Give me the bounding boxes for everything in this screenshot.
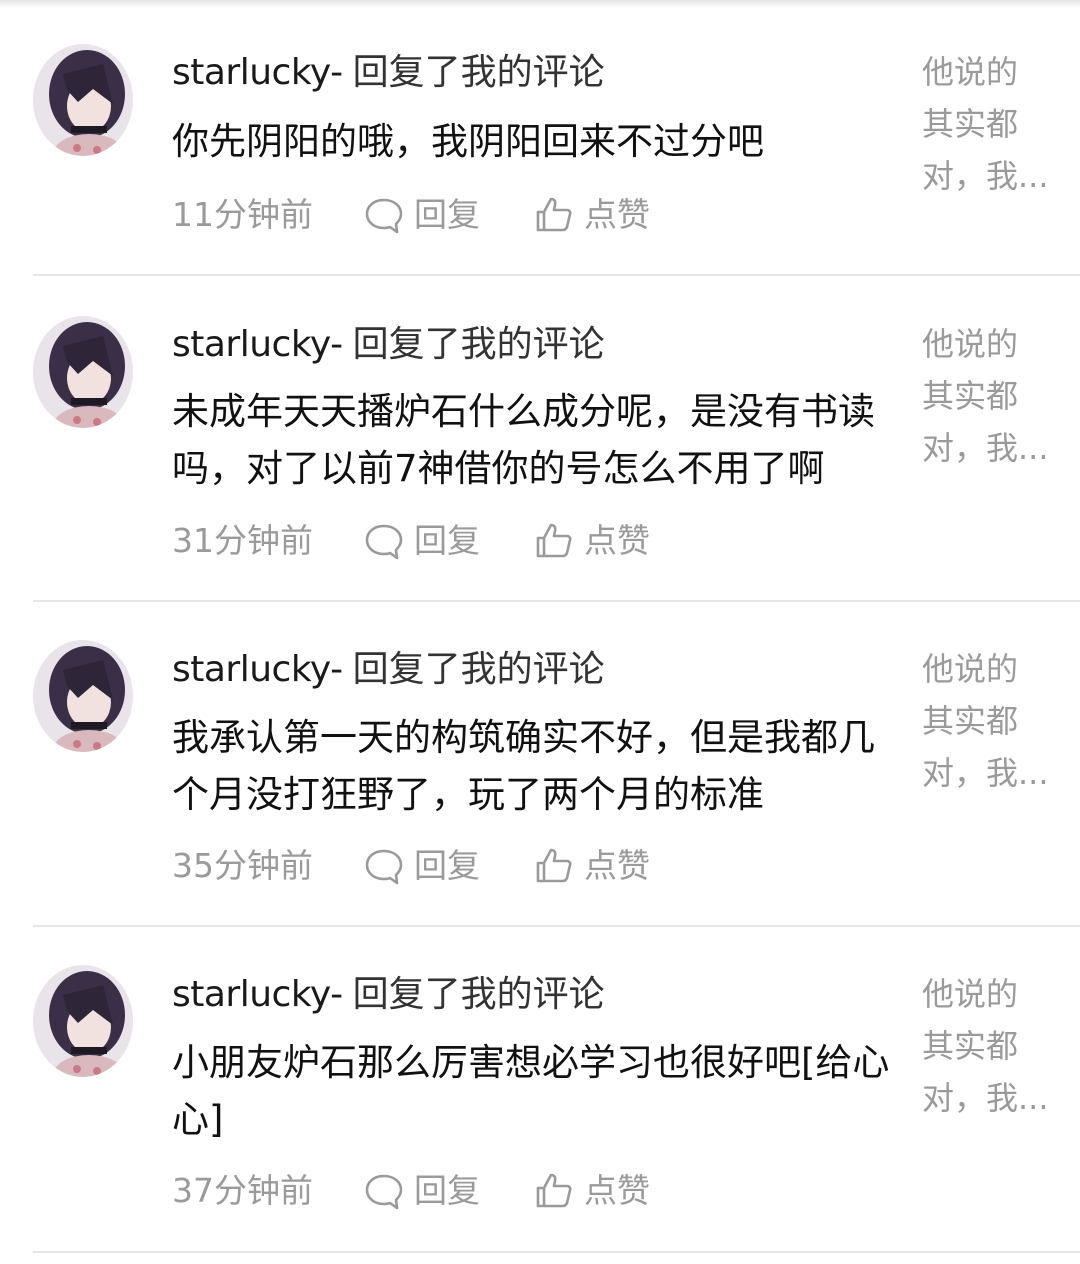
reply-label: 回复	[414, 846, 480, 885]
comment-content: 未成年天天播炉石什么成分呢，是没有书读吗，对了以前7神借你的号怎么不用了啊	[172, 390, 875, 490]
divider	[33, 1251, 1080, 1253]
like-label: 点赞	[584, 846, 650, 885]
snippet-line: 对，我...	[922, 157, 1049, 195]
snippet-line: 对，我...	[922, 429, 1049, 467]
like-button[interactable]: 点赞	[534, 190, 650, 240]
comment-item[interactable]: starlucky- 回复了我的评论 我承认第一天的构筑确实不好，但是我都几个月没…	[0, 602, 1080, 927]
comment-meta: 35分钟前 回复 点赞	[172, 841, 650, 891]
comment-header: starlucky- 回复了我的评论	[172, 48, 605, 98]
comment-header: starlucky- 回复了我的评论	[172, 645, 605, 695]
like-label: 点赞	[584, 1171, 650, 1210]
timestamp: 11分钟前	[172, 195, 313, 234]
comment-meta: 11分钟前 回复 点赞	[172, 190, 650, 240]
snippet-line: 对，我...	[922, 754, 1049, 792]
comment-item[interactable]: starlucky- 回复了我的评论 未成年天天播炉石什么成分呢，是没有书读吗，对…	[0, 276, 1080, 602]
snippet-line: 对，我...	[922, 1079, 1049, 1117]
snippet-line: 他说的	[922, 53, 1019, 91]
original-comment-snippet[interactable]: 他说的 其实都 对，我...	[922, 643, 1062, 799]
thumbs-up-icon	[536, 848, 572, 883]
comment-header: starlucky- 回复了我的评论	[172, 320, 605, 370]
snippet-line: 其实都	[922, 702, 1019, 740]
comment-bubble-icon	[365, 1174, 403, 1210]
timestamp: 35分钟前	[172, 846, 313, 885]
reply-button[interactable]: 回复	[364, 516, 534, 566]
reply-button[interactable]: 回复	[364, 1166, 534, 1216]
snippet-line: 其实都	[922, 377, 1019, 415]
original-comment-snippet[interactable]: 他说的 其实都 对，我...	[922, 46, 1062, 202]
like-button[interactable]: 点赞	[534, 841, 650, 891]
like-button[interactable]: 点赞	[534, 516, 650, 566]
reply-button[interactable]: 回复	[364, 841, 534, 891]
snippet-line: 其实都	[922, 1027, 1019, 1065]
thumbs-up-icon	[536, 523, 572, 558]
timestamp: 31分钟前	[172, 521, 313, 560]
avatar[interactable]	[33, 316, 133, 428]
reply-action-text: 回复了我的评论	[352, 649, 605, 690]
reply-label: 回复	[414, 195, 480, 234]
username[interactable]: starlucky-	[172, 52, 343, 93]
avatar[interactable]	[33, 640, 133, 752]
reply-button[interactable]: 回复	[364, 190, 534, 240]
comment-content: 我承认第一天的构筑确实不好，但是我都几个月没打狂野了，玩了两个月的标准	[172, 716, 875, 816]
username[interactable]: starlucky-	[172, 649, 343, 690]
timestamp: 37分钟前	[172, 1171, 313, 1210]
reply-label: 回复	[414, 521, 480, 560]
comment-bubble-icon	[365, 524, 403, 560]
username[interactable]: starlucky-	[172, 324, 343, 365]
comment-item[interactable]: starlucky- 回复了我的评论 你先阴阳的哦，我阴阳回来不过分吧 11分钟前…	[0, 0, 1080, 276]
reply-action-text: 回复了我的评论	[352, 974, 605, 1015]
comment-content: 你先阴阳的哦，我阴阳回来不过分吧	[172, 120, 764, 163]
original-comment-snippet[interactable]: 他说的 其实都 对，我...	[922, 318, 1062, 474]
comment-meta: 37分钟前 回复 点赞	[172, 1166, 650, 1216]
like-button[interactable]: 点赞	[534, 1166, 650, 1216]
avatar[interactable]	[33, 44, 133, 156]
like-label: 点赞	[584, 521, 650, 560]
comment-bubble-icon	[365, 849, 403, 885]
avatar[interactable]	[33, 965, 133, 1077]
reply-action-text: 回复了我的评论	[352, 324, 605, 365]
comment-content: 小朋友炉石那么厉害想必学习也很好吧[给心心]	[172, 1041, 890, 1141]
snippet-line: 他说的	[922, 650, 1019, 688]
reply-label: 回复	[414, 1171, 480, 1210]
snippet-line: 他说的	[922, 325, 1019, 363]
comment-header: starlucky- 回复了我的评论	[172, 970, 605, 1020]
comment-bubble-icon	[365, 198, 403, 234]
thumbs-up-icon	[536, 1173, 572, 1208]
original-comment-snippet[interactable]: 他说的 其实都 对，我...	[922, 968, 1062, 1124]
snippet-line: 其实都	[922, 105, 1019, 143]
thumbs-up-icon	[536, 197, 572, 232]
username[interactable]: starlucky-	[172, 974, 343, 1015]
snippet-line: 他说的	[922, 975, 1019, 1013]
reply-action-text: 回复了我的评论	[352, 52, 605, 93]
comment-meta: 31分钟前 回复 点赞	[172, 516, 650, 566]
comment-item[interactable]: starlucky- 回复了我的评论 小朋友炉石那么厉害想必学习也很好吧[给心心]…	[0, 927, 1080, 1253]
like-label: 点赞	[584, 195, 650, 234]
